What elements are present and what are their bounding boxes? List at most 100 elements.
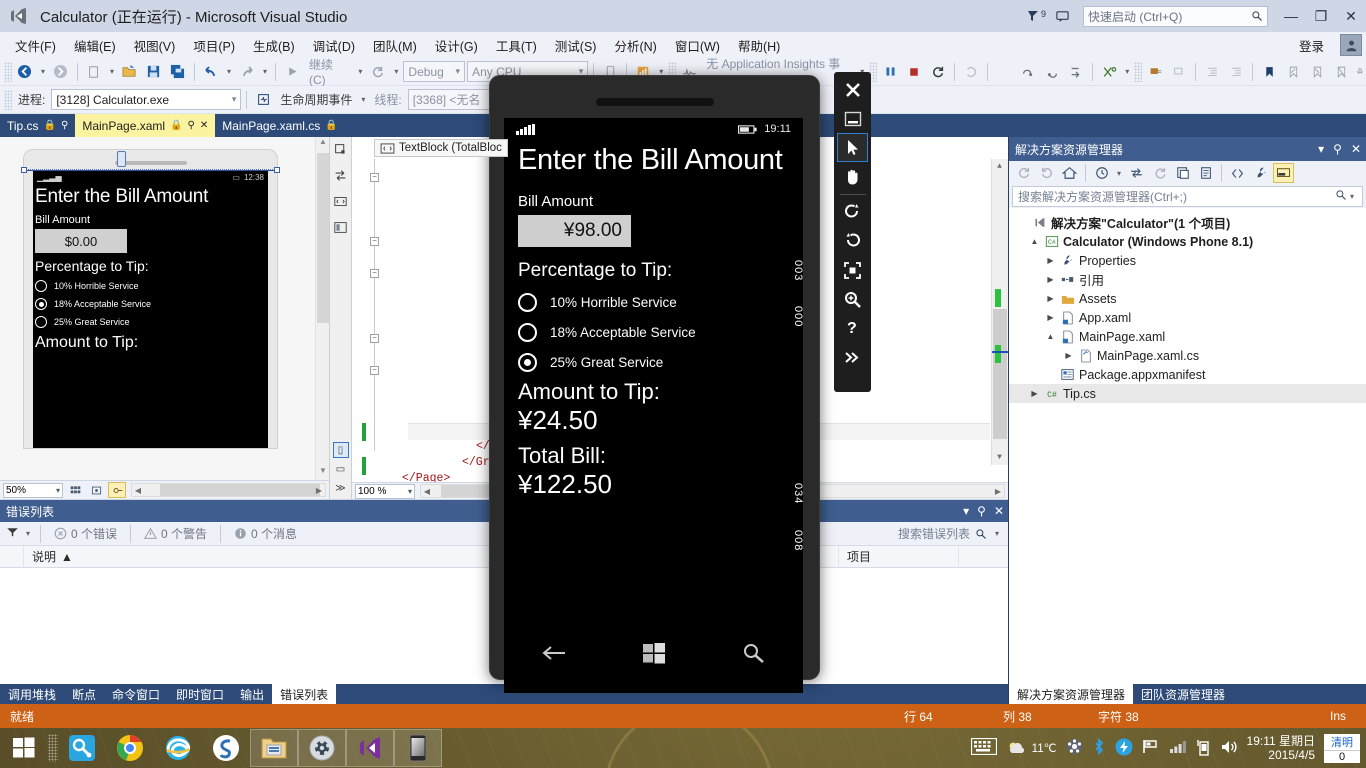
taskbar-grip[interactable] bbox=[48, 734, 58, 762]
process-combo[interactable]: [3128] Calculator.exe ▾ bbox=[51, 89, 242, 110]
bottom-tab-call-stack[interactable]: 调用堆栈 bbox=[0, 684, 64, 704]
menu-build[interactable]: 生成(B) bbox=[244, 33, 304, 58]
lifecycle-events-dropdown[interactable]: ▾ bbox=[358, 95, 368, 104]
previous-bookmark-button[interactable] bbox=[1282, 61, 1304, 83]
menu-design[interactable]: 设计(G) bbox=[426, 33, 487, 58]
phone-radio-25-percent[interactable]: 25% Great Service bbox=[504, 342, 803, 372]
tree-item-references[interactable]: ▶ 引用 bbox=[1009, 270, 1366, 289]
filter-icon[interactable] bbox=[6, 526, 19, 541]
phone-search-button[interactable] bbox=[742, 642, 766, 664]
collapse-designer-icon[interactable]: ≫ bbox=[333, 480, 349, 496]
xaml-hscroll-right-arrow[interactable]: ▶ bbox=[992, 485, 1004, 497]
tree-item-solution[interactable]: 解决方案"Calculator"(1 个项目) bbox=[1009, 213, 1366, 232]
designer-canvas[interactable]: ▁▂▃▅ ▭ 12:38 Enter the Bill Amount Bill … bbox=[0, 137, 329, 480]
bottom-tab-command-window[interactable]: 命令窗口 bbox=[104, 684, 168, 704]
continue-play-icon[interactable] bbox=[281, 61, 303, 83]
redo-button[interactable] bbox=[236, 61, 258, 83]
new-project-button[interactable] bbox=[83, 61, 105, 83]
save-button[interactable] bbox=[143, 61, 165, 83]
close-icon[interactable]: ✕ bbox=[1351, 142, 1361, 156]
tab-mainpage-xaml-cs[interactable]: MainPage.xaml.cs 🔒 bbox=[215, 114, 345, 137]
pin-icon[interactable]: ⚲ bbox=[1333, 142, 1342, 156]
designer-hscroll-left-arrow[interactable]: ◀ bbox=[132, 484, 144, 496]
save-all-button[interactable] bbox=[167, 61, 189, 83]
view-code-icon[interactable] bbox=[1227, 163, 1248, 183]
solution-configuration-combo[interactable]: Debug ▾ bbox=[403, 61, 466, 82]
xaml-breadcrumb[interactable]: TextBlock (TotalBloc bbox=[374, 139, 508, 157]
selection-handle-left[interactable] bbox=[21, 167, 27, 173]
toolbar-overflow-1[interactable]: ⥥ bbox=[1354, 67, 1366, 77]
designer-radio-25[interactable]: 25% Great Service bbox=[33, 313, 268, 331]
emulator-close-button[interactable] bbox=[837, 75, 868, 104]
xaml-vertical-scrollbar[interactable]: ▲ ▼ bbox=[991, 159, 1008, 465]
menu-debug[interactable]: 调试(D) bbox=[304, 33, 364, 58]
fold-box[interactable]: − bbox=[370, 173, 379, 182]
phone-radio-10-percent[interactable]: 10% Horrible Service bbox=[504, 282, 803, 312]
swap-panes-icon[interactable] bbox=[333, 167, 349, 183]
fold-box[interactable]: − bbox=[370, 366, 379, 375]
hot-reload-dropdown[interactable]: ▾ bbox=[1122, 67, 1132, 76]
taskbar-app-internet-explorer[interactable] bbox=[154, 729, 202, 767]
tree-item-mainpage-xaml[interactable]: ▲ MainPage.xaml bbox=[1009, 327, 1366, 346]
lifecycle-events-icon[interactable] bbox=[252, 89, 274, 111]
fold-box[interactable]: − bbox=[370, 334, 379, 343]
warning-count-toggle[interactable]: 0 个警告 bbox=[138, 525, 213, 542]
comment-selection-button[interactable] bbox=[1144, 61, 1166, 83]
undo-button[interactable] bbox=[200, 61, 222, 83]
toolbar-grip-4[interactable] bbox=[1134, 61, 1143, 82]
search-dropdown[interactable]: ▾ bbox=[992, 529, 1002, 538]
emulator-minimize-button[interactable] bbox=[837, 104, 868, 133]
designer-horizontal-scrollbar[interactable]: ◀ ▶ bbox=[131, 483, 326, 497]
feedback-icon[interactable] bbox=[1049, 3, 1075, 29]
home-icon[interactable] bbox=[1059, 163, 1080, 183]
selection-handle-right[interactable] bbox=[274, 167, 280, 173]
bottom-tab-error-list[interactable]: 错误列表 bbox=[272, 684, 337, 704]
sign-in-link[interactable]: 登录 bbox=[1291, 33, 1332, 58]
designer-vertical-scrollbar[interactable]: ▲ ▼ bbox=[315, 137, 329, 480]
snap-to-snaplines-button[interactable] bbox=[108, 482, 126, 498]
usb-device-icon[interactable] bbox=[1196, 738, 1211, 759]
tab-tip-cs[interactable]: Tip.cs 🔒 ⚲ bbox=[0, 114, 75, 137]
sync-refresh-icon[interactable] bbox=[1126, 163, 1147, 183]
horizontal-split-icon[interactable]: ▭ bbox=[333, 461, 349, 477]
uncomment-selection-button[interactable] bbox=[1168, 61, 1190, 83]
hot-reload-button[interactable] bbox=[1098, 61, 1120, 83]
phone-radio-18-percent[interactable]: 18% Acceptable Service bbox=[504, 312, 803, 342]
xaml-scroll-down-arrow[interactable]: ▼ bbox=[992, 450, 1007, 465]
taskbar-app-file-explorer[interactable] bbox=[250, 729, 298, 767]
redo-dropdown[interactable]: ▾ bbox=[260, 67, 270, 76]
emulator-fit-to-screen-button[interactable] bbox=[837, 256, 868, 285]
flag-icon[interactable] bbox=[1142, 739, 1160, 757]
close-icon[interactable]: ✕ bbox=[200, 120, 208, 131]
designer-bill-input[interactable]: $0.00 bbox=[35, 229, 127, 253]
emulator-zoom-button[interactable] bbox=[837, 285, 868, 314]
back-icon[interactable] bbox=[1013, 163, 1034, 183]
expander-icon[interactable]: ▲ bbox=[1045, 332, 1056, 341]
show-next-statement-button[interactable] bbox=[960, 61, 982, 83]
chevron-down-icon[interactable]: ▾ bbox=[963, 504, 969, 518]
bottom-tab-output[interactable]: 输出 bbox=[232, 684, 272, 704]
expander-icon[interactable]: ▲ bbox=[1029, 237, 1040, 246]
taskbar-app-phone-emulator[interactable] bbox=[394, 729, 442, 767]
tab-solution-explorer[interactable]: 解决方案资源管理器 bbox=[1009, 684, 1134, 704]
tree-item-mainpage-xaml-cs[interactable]: ▶ MainPage.xaml.cs bbox=[1009, 346, 1366, 365]
thunder-sync-icon[interactable] bbox=[1115, 738, 1133, 759]
menu-edit[interactable]: 编辑(E) bbox=[65, 33, 125, 58]
design-view-icon[interactable] bbox=[333, 219, 349, 235]
close-button[interactable]: ✕ bbox=[1336, 0, 1366, 32]
menu-tools[interactable]: 工具(T) bbox=[487, 33, 546, 58]
expander-icon[interactable]: ▶ bbox=[1063, 351, 1074, 360]
emulator-rotate-left-button[interactable] bbox=[837, 198, 868, 227]
menu-file[interactable]: 文件(F) bbox=[6, 33, 65, 58]
xaml-view-icon[interactable] bbox=[333, 193, 349, 209]
refresh-icon[interactable] bbox=[1149, 163, 1170, 183]
menu-project[interactable]: 项目(P) bbox=[184, 33, 244, 58]
clear-bookmarks-button[interactable] bbox=[1330, 61, 1352, 83]
phone-back-button[interactable] bbox=[541, 644, 567, 662]
new-project-dropdown[interactable]: ▾ bbox=[107, 67, 117, 76]
menu-test[interactable]: 测试(S) bbox=[546, 33, 606, 58]
restart-dropdown[interactable]: ▾ bbox=[391, 67, 401, 76]
close-icon[interactable]: ✕ bbox=[994, 504, 1004, 518]
designer-adorner-handle[interactable] bbox=[117, 151, 126, 167]
step-into-button[interactable] bbox=[993, 61, 1015, 83]
